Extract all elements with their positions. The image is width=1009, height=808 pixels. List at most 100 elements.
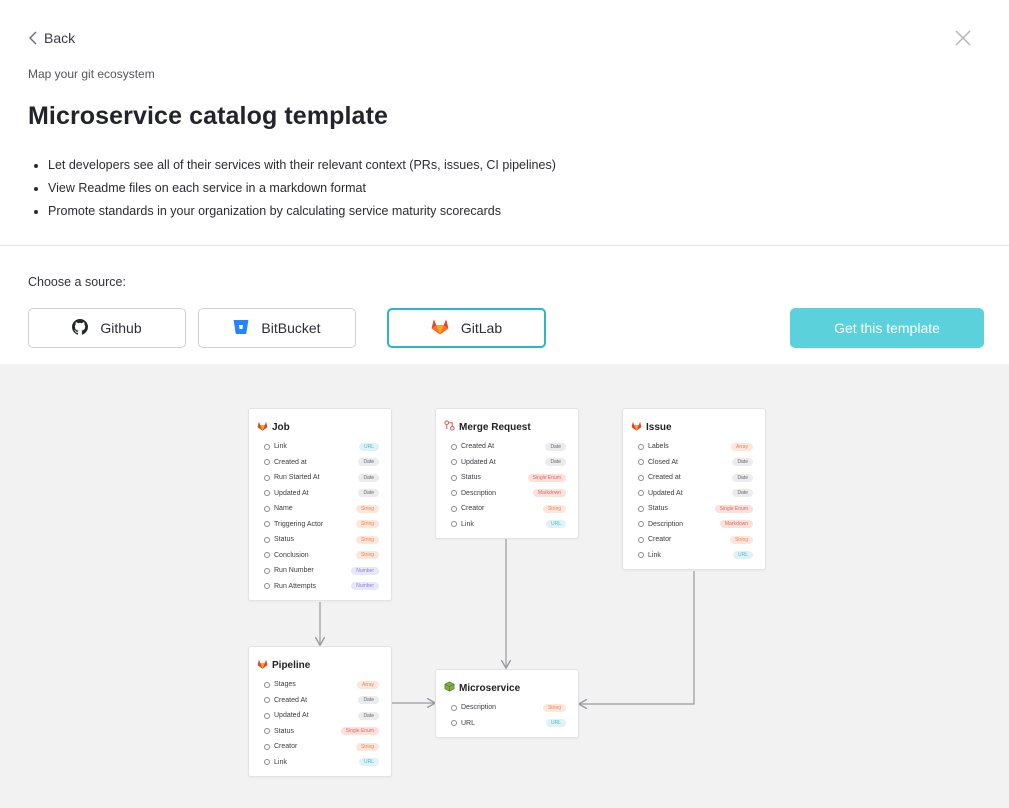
divider xyxy=(0,245,1009,246)
property-icon xyxy=(638,459,644,466)
property-row: Name String xyxy=(249,501,391,517)
property-type-badge: Markdown xyxy=(532,489,566,498)
property-name: Stages xyxy=(274,681,296,689)
property-name: URL xyxy=(461,719,476,727)
back-label: Back xyxy=(44,30,76,46)
property-name: Updated At xyxy=(274,489,309,497)
property-name: Link xyxy=(274,443,287,451)
page-title: Microservice catalog template xyxy=(28,102,388,130)
data-model-diagram: Job Link URL Created at Date Run Started At Da… xyxy=(0,364,1009,808)
property-icon xyxy=(451,704,457,711)
property-row: Created At Date xyxy=(249,693,391,709)
property-icon xyxy=(451,521,457,528)
source-github-button[interactable]: Github xyxy=(28,308,186,348)
property-name: Name xyxy=(274,505,293,513)
gitlab-icon xyxy=(631,421,642,434)
source-github-label: Github xyxy=(100,320,142,336)
property-type-badge: Date xyxy=(732,458,753,467)
property-row: Run Attempts Number xyxy=(249,579,391,595)
entity-card-pipeline[interactable]: Pipeline Stages Array Created At Date Updated… xyxy=(248,646,392,777)
property-type-badge: Date xyxy=(732,473,753,482)
property-type-badge: String xyxy=(542,504,566,513)
property-row: Status Single Enum xyxy=(249,724,391,740)
feature-list: Let developers see all of their services… xyxy=(28,156,556,225)
entity-card-issue[interactable]: Issue Labels Array Closed At Date Created at D… xyxy=(622,408,766,570)
property-name: Run Started At xyxy=(274,474,320,482)
property-icon xyxy=(264,521,270,528)
property-icon xyxy=(264,490,270,497)
property-name: Link xyxy=(461,520,474,528)
get-template-button[interactable]: Get this template xyxy=(790,308,984,348)
property-type-badge: URL xyxy=(545,719,566,728)
property-name: Updated At xyxy=(274,712,309,720)
property-type-badge: Date xyxy=(358,458,379,467)
entity-title: Issue xyxy=(646,421,672,433)
feature-item: Let developers see all of their services… xyxy=(48,156,556,179)
property-type-badge: Date xyxy=(358,711,379,720)
property-type-badge: URL xyxy=(545,520,566,529)
property-type-badge: Date xyxy=(545,458,566,467)
property-type-badge: URL xyxy=(358,442,379,451)
property-icon xyxy=(264,712,270,719)
property-icon xyxy=(451,720,457,727)
property-row: Status String xyxy=(249,532,391,548)
property-type-badge: Markdown xyxy=(719,520,753,529)
property-name: Creator xyxy=(461,505,485,513)
property-row: Status Single Enum xyxy=(623,501,765,517)
property-row: Created at Date xyxy=(623,470,765,486)
property-name: Conclusion xyxy=(274,551,309,559)
template-header-panel: Back Map your git ecosystem Microservice… xyxy=(0,0,1009,364)
source-gitlab-label: GitLab xyxy=(460,320,503,336)
back-button[interactable]: Back xyxy=(28,28,75,48)
property-row: Link URL xyxy=(249,755,391,771)
property-icon xyxy=(264,552,270,559)
property-name: Description xyxy=(648,520,684,528)
entity-title: Merge Request xyxy=(459,421,531,433)
property-icon xyxy=(264,759,270,766)
property-icon xyxy=(638,552,644,559)
close-icon[interactable] xyxy=(952,27,974,49)
property-type-badge: Date xyxy=(545,442,566,451)
property-row: Created At Date xyxy=(436,439,578,455)
entity-card-merge-request[interactable]: Merge Request Created At Date Updated At Dat… xyxy=(435,408,579,539)
entity-card-microservice[interactable]: Microservice Description String URL URL xyxy=(435,669,579,738)
property-row: Updated At Date xyxy=(249,708,391,724)
property-type-badge: Single Enum xyxy=(714,504,753,513)
property-icon xyxy=(638,474,644,481)
property-type-badge: Number xyxy=(351,582,379,591)
chevron-left-icon xyxy=(28,31,38,45)
entity-title: Microservice xyxy=(459,682,521,694)
property-row: Stages Array xyxy=(249,677,391,693)
property-name: Creator xyxy=(648,536,672,544)
merge-request-icon xyxy=(444,420,455,434)
property-name: Created at xyxy=(648,474,681,482)
source-bitbucket-button[interactable]: BitBucket xyxy=(198,308,356,348)
property-row: Creator String xyxy=(436,501,578,517)
property-type-badge: Single Enum xyxy=(527,473,566,482)
property-icon xyxy=(451,505,457,512)
property-name: Run Attempts xyxy=(274,582,317,590)
entity-card-header: Pipeline xyxy=(257,657,391,673)
property-type-badge: String xyxy=(355,551,379,560)
property-type-badge: String xyxy=(542,703,566,712)
property-type-badge: URL xyxy=(732,551,753,560)
source-gitlab-button[interactable]: GitLab xyxy=(387,308,546,348)
property-name: Description xyxy=(461,489,497,497)
property-name: Labels xyxy=(648,443,669,451)
property-row: Creator String xyxy=(249,739,391,755)
property-icon xyxy=(638,490,644,497)
property-icon xyxy=(264,536,270,543)
entity-card-header: Microservice xyxy=(444,680,578,696)
property-name: Created At xyxy=(461,443,495,451)
property-name: Status xyxy=(274,727,294,735)
property-name: Creator xyxy=(274,743,298,751)
property-icon xyxy=(638,536,644,543)
entity-card-job[interactable]: Job Link URL Created at Date Run Started At Da… xyxy=(248,408,392,601)
property-row: Created at Date xyxy=(249,455,391,471)
property-name: Run Number xyxy=(274,567,314,575)
property-row: Description String xyxy=(436,700,578,716)
property-icon xyxy=(451,443,457,450)
property-row: Run Number Number xyxy=(249,563,391,579)
property-row: Updated At Date xyxy=(249,486,391,502)
property-name: Link xyxy=(648,551,661,559)
